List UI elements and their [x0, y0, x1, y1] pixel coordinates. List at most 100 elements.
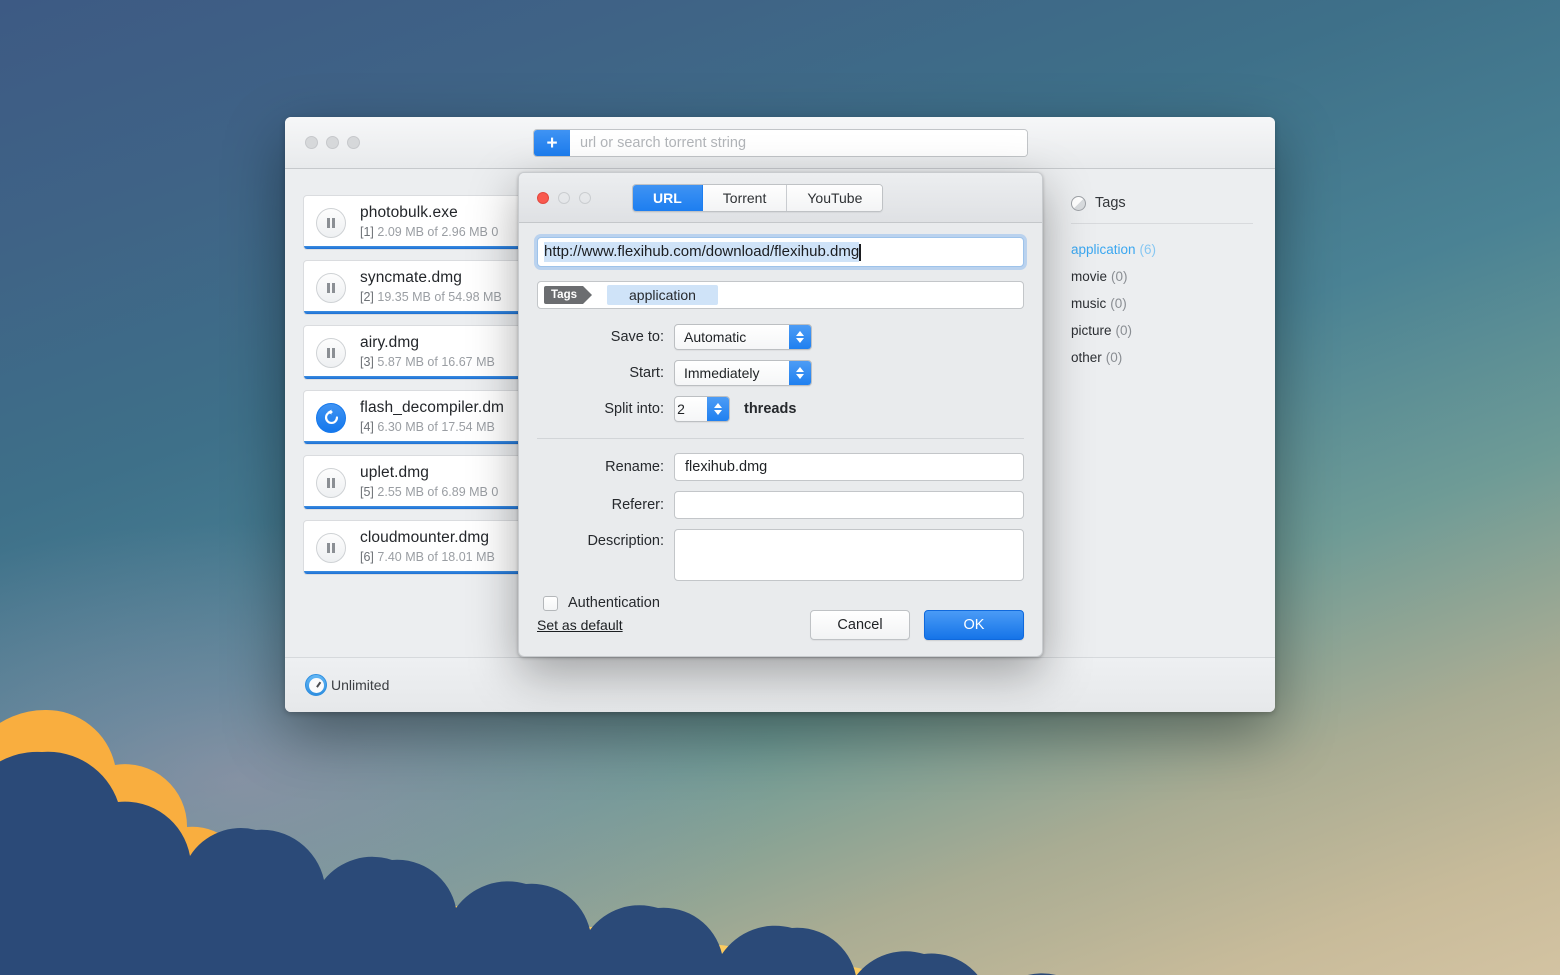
download-name: flash_decompiler.dm: [360, 399, 504, 417]
text-caret: [859, 244, 861, 261]
window-traffic-lights[interactable]: [305, 136, 360, 149]
search-input[interactable]: [570, 130, 1027, 156]
close-icon[interactable]: [305, 136, 318, 149]
tag-label: picture: [1071, 323, 1112, 338]
download-index: [4]: [360, 420, 374, 434]
download-info: uplet.dmg [5] 2.55 MB of 6.89 MB 0: [360, 464, 498, 501]
download-size: 2.55 MB of 6.89 MB 0: [377, 485, 498, 499]
tab-youtube[interactable]: YouTube: [787, 185, 882, 211]
tag-token-application[interactable]: application: [607, 285, 718, 305]
download-size: 19.35 MB of 54.98 MB: [377, 290, 501, 304]
minimize-icon: [558, 192, 570, 204]
download-info: photobulk.exe [1] 2.09 MB of 2.96 MB 0: [360, 204, 498, 241]
referer-input[interactable]: [674, 491, 1024, 519]
tag-count: (0): [1106, 350, 1123, 365]
download-name: airy.dmg: [360, 334, 495, 352]
pause-icon[interactable]: [316, 208, 346, 238]
source-type-tabs: URL Torrent YouTube: [632, 184, 883, 212]
stepper-updown-icon[interactable]: [707, 397, 729, 421]
tags-chip-label: Tags: [544, 286, 583, 304]
download-size: 2.09 MB of 2.96 MB 0: [377, 225, 498, 239]
tags-input[interactable]: Tags application: [537, 281, 1024, 309]
tag-count: (0): [1116, 323, 1133, 338]
start-select[interactable]: Immediately: [674, 360, 812, 386]
download-name: syncmate.dmg: [360, 269, 502, 287]
download-info: syncmate.dmg [2] 19.35 MB of 54.98 MB: [360, 269, 502, 306]
tag-label: movie: [1071, 269, 1107, 284]
sidebar-tag-movie[interactable]: movie (0): [1071, 263, 1253, 290]
tag-circle-icon: [1071, 196, 1086, 211]
pause-icon[interactable]: [316, 533, 346, 563]
save-to-row: Save to: Automatic: [537, 324, 1024, 350]
download-meta: [6] 7.40 MB of 18.01 MB: [360, 549, 495, 566]
referer-label: Referer:: [537, 497, 674, 513]
dialog-titlebar: URL Torrent YouTube: [519, 173, 1042, 223]
rename-input[interactable]: [674, 453, 1024, 481]
refresh-arrow-icon: [323, 409, 340, 426]
download-index: [3]: [360, 355, 374, 369]
chevron-updown-icon: [789, 361, 811, 385]
tags-header: Tags: [1071, 195, 1253, 224]
search-bar: +: [533, 129, 1028, 157]
referer-row: Referer:: [537, 491, 1024, 519]
description-row: Description:: [537, 529, 1024, 581]
download-meta: [1] 2.09 MB of 2.96 MB 0: [360, 224, 498, 241]
tag-label: music: [1071, 296, 1106, 311]
sidebar-tag-application[interactable]: application (6): [1071, 236, 1253, 263]
minimize-icon[interactable]: [326, 136, 339, 149]
download-index: [6]: [360, 550, 374, 564]
tab-torrent[interactable]: Torrent: [703, 185, 788, 211]
dialog-body: http://www.flexihub.com/download/flexihu…: [519, 223, 1042, 611]
url-input[interactable]: http://www.flexihub.com/download/flexihu…: [537, 237, 1024, 267]
tags-sidebar: Tags application(6) movie(0) music(0) pi…: [1055, 169, 1275, 657]
pause-icon[interactable]: [316, 273, 346, 303]
sidebar-tag-music[interactable]: music (0): [1071, 290, 1253, 317]
sidebar-tag-other[interactable]: other (0): [1071, 344, 1253, 371]
download-size: 6.30 MB of 17.54 MB: [377, 420, 494, 434]
add-download-button[interactable]: +: [534, 130, 570, 156]
tag-count: (0): [1111, 269, 1128, 284]
download-meta: [4] 6.30 MB of 17.54 MB: [360, 419, 504, 436]
pause-icon[interactable]: [316, 338, 346, 368]
dialog-traffic-lights[interactable]: [537, 192, 591, 204]
download-index: [2]: [360, 290, 374, 304]
pause-icon[interactable]: [316, 468, 346, 498]
download-meta: [3] 5.87 MB of 16.67 MB: [360, 354, 495, 371]
add-download-dialog: URL Torrent YouTube http://www.flexihub.…: [518, 172, 1043, 657]
tag-count: (0): [1110, 296, 1127, 311]
download-info: cloudmounter.dmg [6] 7.40 MB of 18.01 MB: [360, 529, 495, 566]
rename-row: Rename:: [537, 453, 1024, 481]
resume-icon[interactable]: [316, 403, 346, 433]
speed-limit-label[interactable]: Unlimited: [331, 677, 389, 693]
download-name: photobulk.exe: [360, 204, 498, 222]
cloud-layer-navy: [0, 725, 1560, 975]
start-row: Start: Immediately: [537, 360, 1024, 386]
cancel-button[interactable]: Cancel: [810, 610, 910, 640]
download-size: 7.40 MB of 18.01 MB: [377, 550, 494, 564]
rename-label: Rename:: [537, 459, 674, 475]
dialog-footer: Set as default Cancel OK: [519, 594, 1042, 656]
tag-label: application: [1071, 242, 1136, 257]
threads-stepper[interactable]: 2: [674, 396, 730, 422]
save-to-select[interactable]: Automatic: [674, 324, 812, 350]
save-to-value: Automatic: [675, 329, 789, 345]
close-icon[interactable]: [537, 192, 549, 204]
speed-gauge-icon[interactable]: [305, 674, 327, 696]
start-value: Immediately: [675, 365, 789, 381]
description-label: Description:: [537, 529, 674, 549]
sidebar-tag-picture[interactable]: picture (0): [1071, 317, 1253, 344]
start-label: Start:: [537, 365, 674, 381]
tab-url[interactable]: URL: [633, 185, 703, 211]
download-name: cloudmounter.dmg: [360, 529, 495, 547]
description-input[interactable]: [674, 529, 1024, 581]
tag-label: other: [1071, 350, 1102, 365]
set-as-default-link[interactable]: Set as default: [537, 617, 623, 633]
download-info: airy.dmg [3] 5.87 MB of 16.67 MB: [360, 334, 495, 371]
zoom-icon[interactable]: [347, 136, 360, 149]
download-index: [5]: [360, 485, 374, 499]
threads-unit-label: threads: [744, 401, 796, 417]
split-into-label: Split into:: [537, 401, 674, 417]
ok-button[interactable]: OK: [924, 610, 1024, 640]
tag-count: (6): [1140, 242, 1157, 257]
threads-value: 2: [675, 401, 707, 417]
